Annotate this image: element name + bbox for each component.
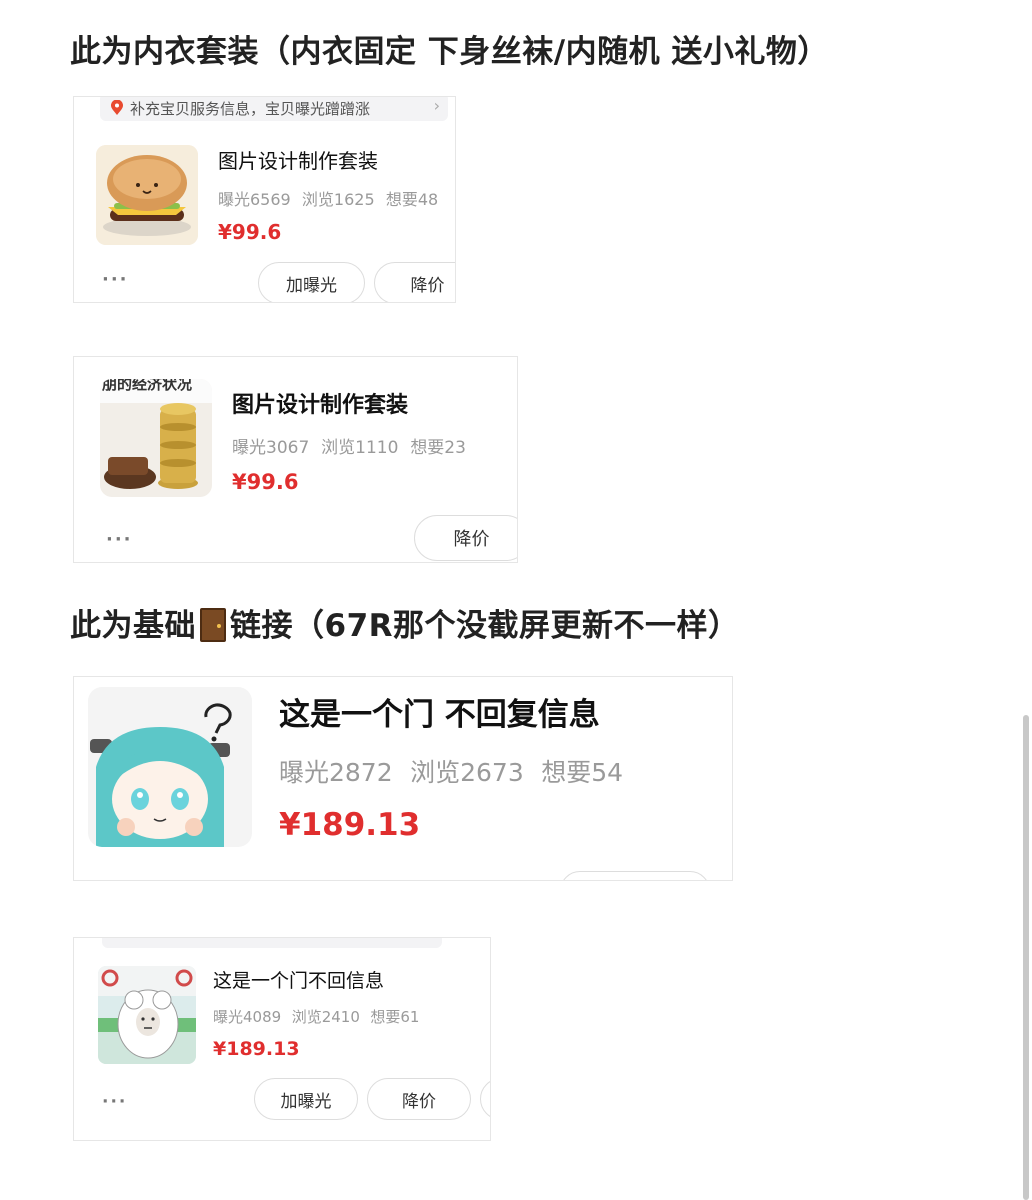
heading-text-before: 此为基础 — [70, 608, 196, 644]
more-options-icon[interactable]: ··· — [106, 529, 133, 550]
reduce-price-button[interactable]: 降价 — [367, 1078, 471, 1120]
page-scrollbar[interactable] — [1023, 715, 1029, 1200]
listing-stats: 曝光4089 浏览2410 想要61 — [213, 1006, 430, 1027]
service-notice-bar[interactable]: 补充宝贝服务信息，宝贝曝光蹭蹭涨 › — [100, 96, 448, 121]
reduce-price-button[interactable]: 降价 — [374, 262, 455, 302]
listing-stats: 曝光2872 浏览2673 想要54 — [279, 753, 641, 789]
notice-pin-icon — [110, 99, 124, 120]
stat-views: 浏览1625 — [301, 190, 375, 209]
product-thumbnail-sheep[interactable] — [98, 966, 196, 1064]
stat-views: 浏览2410 — [291, 1008, 360, 1026]
door-icon — [200, 608, 226, 642]
chevron-right-icon: › — [433, 96, 440, 115]
stat-exposure: 曝光2872 — [279, 758, 393, 787]
product-thumbnail-anime-girl[interactable] — [88, 687, 252, 847]
listing-price: ¥189.13 — [279, 807, 421, 843]
listing-card-3[interactable]: 这是一个门 不回复信息 曝光2872 浏览2673 想要54 ¥189.13 — [73, 676, 733, 881]
stat-wants: 想要54 — [541, 758, 624, 787]
listing-price: ¥99.6 — [232, 470, 299, 494]
listing-card-2[interactable]: 朋的经济状况 图片设计制作套装 曝光3067 浏览1110 想要23 ¥99.6 ·… — [73, 356, 518, 563]
listing-title[interactable]: 这是一个门不回信息 — [213, 966, 384, 993]
product-thumbnail-burger[interactable] — [96, 145, 198, 245]
stat-exposure: 曝光6569 — [218, 190, 291, 209]
stat-exposure: 曝光4089 — [213, 1008, 282, 1026]
reduce-price-button[interactable]: 降价 — [414, 515, 517, 561]
listing-stats: 曝光3067 浏览1110 想要23 — [232, 433, 478, 458]
listing-title[interactable]: 图片设计制作套装 — [232, 387, 408, 419]
notice-text: 补充宝贝服务信息，宝贝曝光蹭蹭涨 — [130, 100, 371, 118]
section-heading-basic-link: 此为基础 链接（67R那个没截屏更新不一样） — [70, 600, 740, 645]
stat-views: 浏览1110 — [321, 438, 399, 458]
stat-exposure: 曝光3067 — [232, 438, 310, 458]
product-thumbnail-coins[interactable]: 朋的经济状况 — [100, 379, 212, 497]
stat-wants: 想要23 — [410, 438, 466, 458]
heading-text-after: 链接（67R那个没截屏更新不一样） — [230, 608, 740, 644]
thumbnail-caption: 朋的经济状况 — [102, 379, 193, 393]
more-options-icon[interactable]: ··· — [102, 269, 129, 290]
listing-stats: 曝光6569 浏览1625 想要48 — [218, 186, 449, 210]
boost-exposure-button[interactable]: 加曝光 — [254, 1078, 358, 1120]
listing-title[interactable]: 这是一个门 不回复信息 — [279, 689, 600, 734]
listing-price: ¥99.6 — [218, 220, 282, 244]
listing-card-1[interactable]: 补充宝贝服务信息，宝贝曝光蹭蹭涨 › 图片设计制作套装 曝光6569 浏览1625… — [73, 96, 456, 303]
listing-price: ¥189.13 — [213, 1038, 300, 1060]
more-options-icon[interactable]: ··· — [102, 1092, 127, 1112]
stat-wants: 想要48 — [385, 190, 439, 209]
stat-wants: 想要61 — [370, 1008, 420, 1026]
listing-title[interactable]: 图片设计制作套装 — [218, 145, 378, 174]
listing-card-4[interactable]: 这是一个门不回信息 曝光4089 浏览2410 想要61 ¥189.13 ··· 加… — [73, 937, 491, 1141]
stat-views: 浏览2673 — [410, 758, 524, 787]
boost-exposure-button[interactable]: 加曝光 — [258, 262, 365, 302]
service-notice-bar[interactable] — [102, 938, 442, 948]
partial-action-button[interactable] — [480, 1078, 490, 1120]
section-heading-lingerie-set: 此为内衣套装（内衣固定 下身丝袜/内随机 送小礼物） — [70, 34, 829, 70]
partial-action-button[interactable] — [560, 871, 710, 880]
